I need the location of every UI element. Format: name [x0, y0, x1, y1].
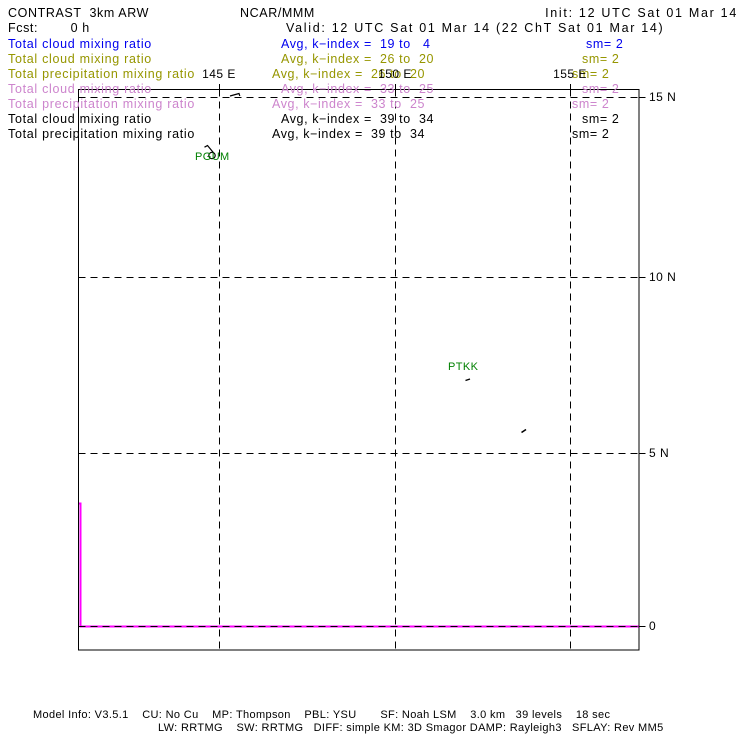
field-kindex: Avg, k−index = 26 to 20 — [281, 52, 434, 66]
station-markers — [205, 94, 527, 433]
model-info-line1: Model Info: V3.5.1 CU: No Cu MP: Thompso… — [33, 709, 610, 721]
field-kindex: Avg, k−index = 33 to 25 — [272, 97, 425, 111]
field-label: Total cloud mixing ratio — [8, 37, 152, 51]
field-row-cloud-black: Total cloud mixing ratio Avg, k−index = … — [0, 112, 740, 126]
field-label: Total cloud mixing ratio — [8, 112, 152, 126]
lat-label-10n: 10 N — [649, 270, 676, 284]
field-kindex: Avg, k−index = 19 to 4 — [281, 37, 431, 51]
institution-label: NCAR/MMM — [240, 7, 315, 20]
graticule-grid — [79, 90, 640, 651]
model-title: CONTRAST 3km ARW — [8, 7, 149, 20]
field-row-precip-black: Total precipitation mixing ratio Avg, k−… — [0, 127, 740, 141]
lat-label-0: 0 — [649, 619, 656, 633]
field-kindex: Avg, k−index = 39 to 34 — [272, 127, 425, 141]
map-plot — [0, 0, 740, 740]
valid-time-label: Valid: 12 UTC Sat 01 Mar 14 (22 ChT Sat … — [286, 22, 664, 35]
model-plot-page: CONTRAST 3km ARW NCAR/MMM Init: 12 UTC S… — [0, 0, 740, 740]
map-border — [79, 90, 640, 651]
field-row-cloud-violet: Total cloud mixing ratio Avg, k−index = … — [0, 82, 740, 96]
station-label-ptkk: PTKK — [448, 361, 478, 373]
field-smoothing: sm= 2 — [582, 82, 619, 96]
lon-label-150e: 150 E — [378, 67, 412, 81]
map-frame — [79, 84, 646, 650]
small-mark-icon — [522, 430, 527, 433]
field-label: Total precipitation mixing ratio — [8, 67, 195, 81]
field-smoothing: sm= 2 — [582, 52, 619, 66]
lon-label-155e: 155 E — [553, 67, 587, 81]
field-kindex: Avg, k−index = 39 to 34 — [281, 112, 434, 126]
station-label-pgum: PGUM — [195, 151, 230, 163]
field-smoothing: sm= 2 — [582, 112, 619, 126]
init-time-label: Init: 12 UTC Sat 01 Mar 14 — [545, 7, 738, 20]
field-row-precip-violet: Total precipitation mixing ratio Avg, k−… — [0, 97, 740, 111]
field-smoothing: sm= 2 — [572, 97, 609, 111]
magenta-contour-line — [79, 504, 640, 627]
field-label: Total cloud mixing ratio — [8, 52, 152, 66]
field-smoothing: sm= 2 — [572, 127, 609, 141]
field-label: Total cloud mixing ratio — [8, 82, 152, 96]
lat-label-15n: 15 N — [649, 90, 676, 104]
field-smoothing: sm= 2 — [586, 37, 623, 51]
model-info-line2: LW: RRTMG SW: RRTMG DIFF: simple KM: 3D … — [158, 722, 664, 734]
field-label: Total precipitation mixing ratio — [8, 127, 195, 141]
ptkk-station-mark-icon — [466, 379, 471, 381]
lon-label-145e: 145 E — [202, 67, 236, 81]
field-row-cloud-olive: Total cloud mixing ratio Avg, k−index = … — [0, 52, 740, 66]
field-row-cloud-blue: Total cloud mixing ratio Avg, k−index = … — [0, 37, 740, 51]
field-row-precip-olive: Total precipitation mixing ratio Avg, k−… — [0, 67, 740, 81]
forecast-hour-label: Fcst: 0 h — [8, 22, 90, 35]
field-kindex: Avg, k−index = 33 to 25 — [281, 82, 434, 96]
field-label: Total precipitation mixing ratio — [8, 97, 195, 111]
lat-label-5n: 5 N — [649, 446, 669, 460]
